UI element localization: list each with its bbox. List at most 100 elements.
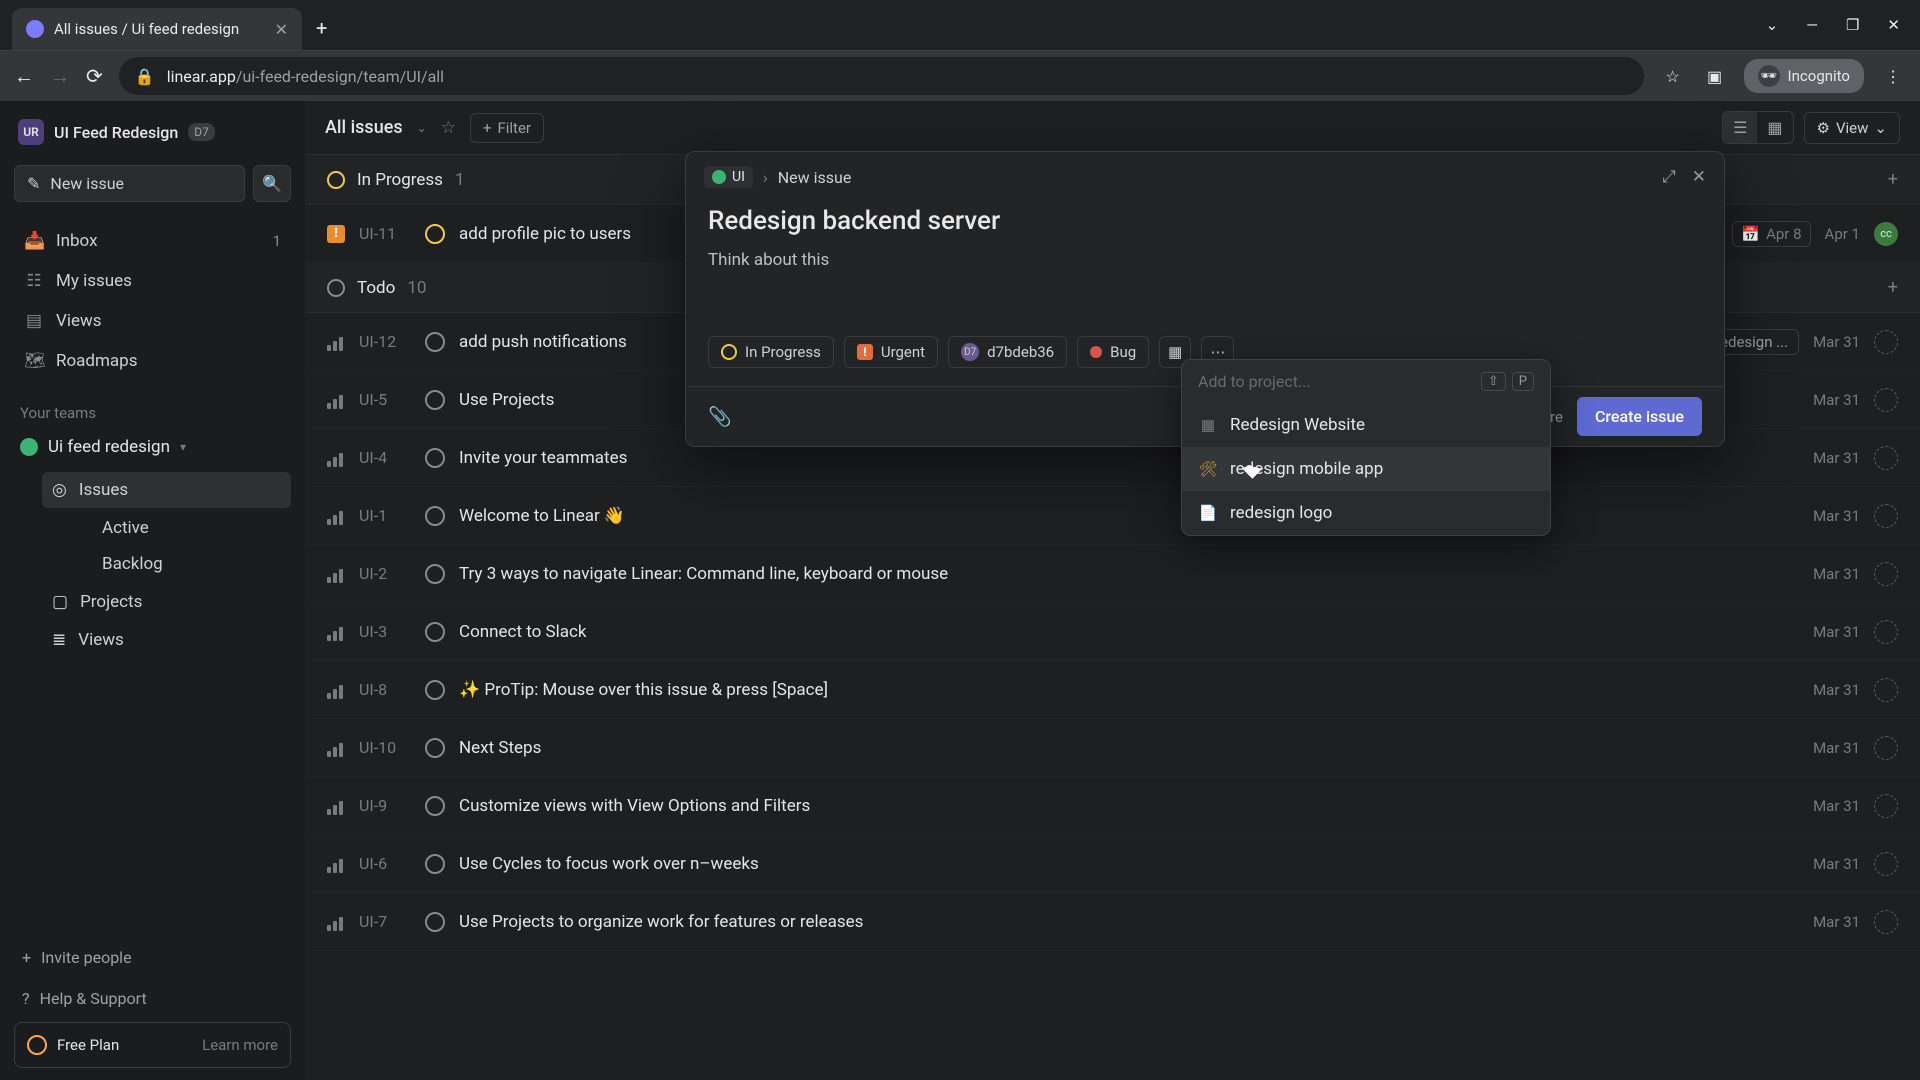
window-minimize-icon[interactable]: ―	[1806, 16, 1818, 34]
sidebar-item-active[interactable]: Active	[92, 510, 291, 546]
help-support[interactable]: ? Help & Support	[14, 981, 291, 1016]
dropdown-search-input[interactable]: Add to project...	[1198, 372, 1311, 391]
priority-icon[interactable]	[327, 739, 345, 757]
sidebar-item-issues[interactable]: ◎ Issues	[42, 472, 291, 508]
window-maximize-icon[interactable]: ❐	[1846, 16, 1859, 34]
dropdown-item-redesign-mobile-app[interactable]: 🛠 redesign mobile app	[1182, 447, 1550, 491]
chevron-down-icon[interactable]: ⌄	[1766, 16, 1779, 34]
issue-row[interactable]: UI-3 Connect to Slack Mar 31	[305, 603, 1920, 661]
view-options-button[interactable]: ⚙ View ⌄	[1804, 112, 1900, 144]
reload-icon[interactable]: ⟳	[86, 64, 103, 88]
status-icon[interactable]	[425, 796, 445, 816]
priority-urgent-icon[interactable]: !	[327, 225, 345, 243]
extensions-icon[interactable]: ▣	[1702, 63, 1728, 89]
issue-row[interactable]: UI-2 Try 3 ways to navigate Linear: Comm…	[305, 545, 1920, 603]
sidebar-item-roadmaps[interactable]: 🗺 Roadmaps	[14, 342, 291, 380]
tab-close-icon[interactable]: ✕	[275, 20, 288, 39]
status-icon[interactable]	[425, 564, 445, 584]
issue-row[interactable]: UI-1 Welcome to Linear 👋 Mar 31	[305, 487, 1920, 545]
priority-pill[interactable]: !Urgent	[844, 336, 938, 368]
status-icon[interactable]	[425, 448, 445, 468]
priority-icon[interactable]	[327, 565, 345, 583]
sidebar-item-projects[interactable]: ▢ Projects	[42, 584, 291, 620]
priority-icon[interactable]	[327, 623, 345, 641]
issue-row[interactable]: UI-6 Use Cycles to focus work over n–wee…	[305, 835, 1920, 893]
issue-row[interactable]: UI-10 Next Steps Mar 31	[305, 719, 1920, 777]
url-bar[interactable]: 🔒 linear.app/ui-feed-redesign/team/UI/al…	[119, 57, 1644, 95]
search-button[interactable]: 🔍	[253, 165, 291, 202]
dropdown-item-redesign-logo[interactable]: 📄 redesign logo	[1182, 491, 1550, 535]
status-icon[interactable]	[425, 332, 445, 352]
status-icon[interactable]	[425, 224, 445, 244]
title-caret-icon[interactable]: ⌄	[417, 121, 427, 135]
status-icon[interactable]	[425, 622, 445, 642]
filter-button[interactable]: + Filter	[470, 113, 544, 143]
priority-icon[interactable]	[327, 681, 345, 699]
list-view-icon[interactable]: ☰	[1723, 112, 1757, 143]
close-icon[interactable]: ✕	[1692, 167, 1706, 187]
label-pill[interactable]: Bug	[1077, 336, 1149, 368]
assignee-pill[interactable]: D7d7bdeb36	[948, 336, 1067, 368]
issue-title-input[interactable]: Redesign backend server	[708, 206, 1702, 236]
page-title[interactable]: All issues	[325, 117, 403, 138]
priority-icon[interactable]	[327, 333, 345, 351]
add-issue-icon[interactable]: +	[1888, 277, 1898, 298]
assignee-avatar[interactable]	[1874, 852, 1898, 876]
priority-icon[interactable]	[327, 449, 345, 467]
issue-row[interactable]: UI-9 Customize views with View Options a…	[305, 777, 1920, 835]
assignee-avatar[interactable]	[1874, 620, 1898, 644]
assignee-avatar[interactable]	[1874, 562, 1898, 586]
expand-icon[interactable]: ⤢	[1662, 167, 1676, 187]
status-icon[interactable]	[425, 680, 445, 700]
priority-icon[interactable]	[327, 391, 345, 409]
bookmark-star-icon[interactable]: ☆	[1660, 63, 1686, 89]
assignee-avatar[interactable]	[1874, 446, 1898, 470]
learn-more-link[interactable]: Learn more	[202, 1036, 278, 1054]
sidebar-item-backlog[interactable]: Backlog	[92, 546, 291, 582]
plan-box[interactable]: Free Plan Learn more	[14, 1022, 291, 1068]
issue-row[interactable]: UI-7 Use Projects to organize work for f…	[305, 893, 1920, 951]
favorite-star-icon[interactable]: ☆	[441, 118, 456, 138]
board-view-icon[interactable]: ▦	[1757, 112, 1792, 143]
issue-description-input[interactable]: Think about this	[708, 250, 1702, 270]
status-icon[interactable]	[425, 854, 445, 874]
priority-icon[interactable]	[327, 913, 345, 931]
kebab-menu-icon[interactable]: ⋮	[1880, 63, 1906, 89]
attachment-icon[interactable]: 📎	[708, 405, 732, 428]
issue-row[interactable]: UI-8 ✨ ProTip: Mouse over this issue & p…	[305, 661, 1920, 719]
assignee-avatar[interactable]	[1874, 678, 1898, 702]
status-icon[interactable]	[425, 390, 445, 410]
sidebar-item-team-views[interactable]: ≣ Views	[42, 622, 291, 658]
assignee-avatar[interactable]: cc	[1874, 222, 1898, 246]
status-icon[interactable]	[425, 738, 445, 758]
issue-due-date[interactable]: 📅Apr 8	[1732, 221, 1810, 247]
status-icon[interactable]	[425, 506, 445, 526]
sidebar-item-inbox[interactable]: 📥 Inbox 1	[14, 222, 291, 260]
status-pill[interactable]: In Progress	[708, 336, 834, 368]
priority-icon[interactable]	[327, 797, 345, 815]
assignee-avatar[interactable]	[1874, 388, 1898, 412]
assignee-avatar[interactable]	[1874, 504, 1898, 528]
forward-icon[interactable]: →	[50, 64, 70, 89]
invite-people[interactable]: + Invite people	[14, 940, 291, 975]
assignee-avatar[interactable]	[1874, 736, 1898, 760]
modal-team-chip[interactable]: UI	[704, 166, 753, 188]
new-tab-button[interactable]: +	[316, 16, 327, 40]
back-icon[interactable]: ←	[14, 64, 34, 89]
assignee-avatar[interactable]	[1874, 330, 1898, 354]
assignee-avatar[interactable]	[1874, 910, 1898, 934]
status-icon[interactable]	[425, 912, 445, 932]
assignee-avatar[interactable]	[1874, 794, 1898, 818]
dropdown-item-redesign-website[interactable]: ▦ Redesign Website	[1182, 403, 1550, 447]
workspace-switcher[interactable]: UR UI Feed Redesign D7	[14, 113, 291, 151]
create-issue-button[interactable]: Create issue	[1577, 397, 1702, 436]
sidebar-item-views[interactable]: ▤ Views	[14, 302, 291, 340]
new-issue-button[interactable]: ✎ New issue	[14, 165, 245, 202]
incognito-badge[interactable]: 🕶 Incognito	[1744, 59, 1864, 93]
priority-icon[interactable]	[327, 855, 345, 873]
sidebar-item-my-issues[interactable]: ☷ My issues	[14, 262, 291, 300]
priority-icon[interactable]	[327, 507, 345, 525]
team-row[interactable]: Ui feed redesign ▾	[14, 428, 291, 466]
add-issue-icon[interactable]: +	[1888, 169, 1898, 190]
browser-tab[interactable]: All issues / Ui feed redesign ✕	[12, 8, 302, 50]
